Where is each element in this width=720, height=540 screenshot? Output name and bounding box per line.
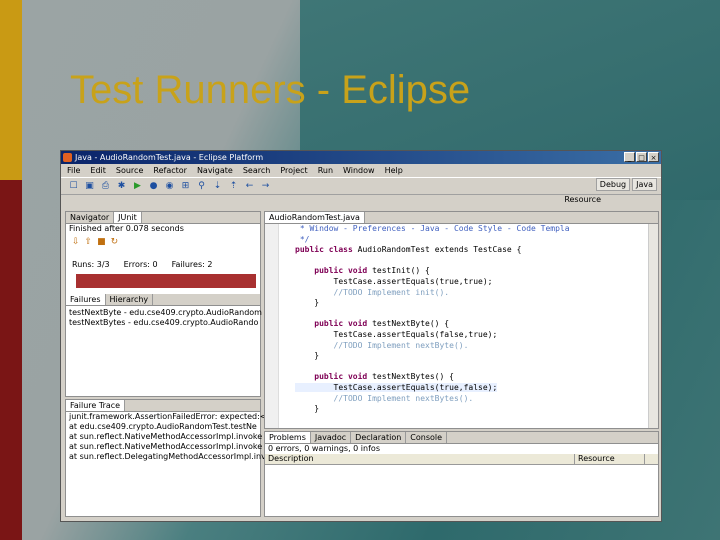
code-text: } [295,404,320,414]
search-icon[interactable]: ⚲ [195,180,208,192]
eclipse-icon [63,153,72,162]
accent-bar-red [0,180,22,540]
menu-window[interactable]: Window [343,164,375,177]
runs-count: 3/3 [96,260,110,269]
prev-annotation-icon[interactable]: ⇡ [227,180,240,192]
errors-label: Errors: [123,260,150,269]
code-text-highlighted: TestCase.assertEquals(true,false); [295,382,498,392]
col-description[interactable]: Description [265,454,575,464]
perspective-switcher: Debug Java [595,178,657,191]
tab-javadoc[interactable]: Javadoc [311,432,352,443]
minimize-button[interactable]: _ [624,152,635,162]
code-text: } [295,351,320,361]
eclipse-window: Java - AudioRandomTest.java - Eclipse Pl… [60,150,662,522]
editor-tab[interactable]: AudioRandomTest.java [265,212,365,223]
junit-stats: Runs: 3/3 Errors: 0 Failures: 2 [72,260,212,269]
menu-run[interactable]: Run [318,164,333,177]
code-todo: //TODO Implement init(). [295,287,450,297]
code-text: testNextBytes() { [372,372,454,382]
editor-gutter [265,224,279,428]
editor-scrollbar[interactable] [648,224,658,428]
window-titlebar: Java - AudioRandomTest.java - Eclipse Pl… [61,151,661,164]
stop-icon[interactable]: ■ [97,237,106,247]
code-text: TestCase.assertEquals(true,true); [295,276,493,286]
save-icon[interactable]: ▣ [83,180,96,192]
junit-status: Finished after 0.078 seconds [69,224,184,233]
code-comment: * Window - Preferences - Java - Code Sty… [295,224,570,233]
open-type-icon[interactable]: ⊞ [179,180,192,192]
failures-count: 2 [207,260,213,269]
menu-bar: File Edit Source Refactor Navigate Searc… [61,164,661,177]
errors-count: 0 [152,260,158,269]
trace-line[interactable]: at edu.cse409.crypto.AudioRandomTest.tes… [66,422,260,432]
tab-failures[interactable]: Failures [66,294,106,305]
failure-item[interactable]: testNextBytes - edu.cse409.crypto.AudioR… [66,318,260,328]
prev-failure-icon[interactable]: ⇧ [85,237,93,247]
menu-help[interactable]: Help [385,164,403,177]
trace-line[interactable]: at sun.reflect.NativeMethodAccessorImpl.… [66,432,262,442]
menu-project[interactable]: Project [280,164,307,177]
junit-view: Navigator JUnit Finished after 0.078 sec… [65,211,262,397]
trace-line[interactable]: at sun.reflect.DelegatingMethodAccessorI… [66,452,266,462]
perspective-debug[interactable]: Debug [595,178,631,191]
code-text: AudioRandomTest extends TestCase { [357,245,522,255]
code-text: } [295,298,320,308]
run-icon[interactable]: ▶ [131,180,144,192]
debug-icon[interactable]: ✱ [115,180,128,192]
code-text: TestCase.assertEquals(false,true); [295,329,498,339]
window-title: Java - AudioRandomTest.java - Eclipse Pl… [75,153,264,162]
menu-search[interactable]: Search [243,164,270,177]
failure-trace-view: Failure Trace junit.framework.AssertionF… [65,399,267,517]
runs-label: Runs: [72,260,95,269]
tab-hierarchy[interactable]: Hierarchy [106,294,154,305]
tab-declaration[interactable]: Declaration [351,432,407,443]
accent-bar-gold [0,0,22,180]
external-tools-icon[interactable]: ● [147,180,160,192]
menu-refactor[interactable]: Refactor [153,164,187,177]
trace-line[interactable]: at sun.reflect.NativeMethodAccessorImpl.… [66,442,262,452]
failure-item[interactable]: testNextByte - edu.cse409.crypto.AudioRa… [66,308,262,318]
back-icon[interactable]: ← [243,180,256,192]
rerun-icon[interactable]: ↻ [111,237,119,247]
perspective-resource[interactable]: Resource [564,195,601,204]
new-class-icon[interactable]: ◉ [163,180,176,192]
slide-title: Test Runners - Eclipse [70,68,471,112]
tab-console[interactable]: Console [406,432,448,443]
code-todo: //TODO Implement nextBytes(). [295,393,474,403]
code-keyword: public void [295,319,373,329]
col-resource[interactable]: Resource [575,454,645,464]
code-editor[interactable]: AudioRandomTest.java * Window - Preferen… [264,211,659,429]
junit-progress-bar [76,274,256,288]
menu-source[interactable]: Source [116,164,143,177]
print-icon[interactable]: ⎙ [99,180,112,192]
menu-navigate[interactable]: Navigate [197,164,233,177]
tab-problems[interactable]: Problems [265,432,311,443]
tab-navigator[interactable]: Navigator [66,212,115,223]
menu-file[interactable]: File [67,164,80,177]
new-icon[interactable]: ☐ [67,180,80,192]
failure-trace-label: Failure Trace [66,400,126,411]
problems-summary: 0 errors, 0 warnings, 0 infos [268,444,380,453]
menu-edit[interactable]: Edit [90,164,106,177]
code-text: testNextByte() { [372,319,450,329]
failures-label: Failures: [171,260,205,269]
problems-header: Description Resource [265,454,658,465]
perspective-java[interactable]: Java [632,178,657,191]
next-failure-icon[interactable]: ⇩ [72,237,80,247]
tab-junit[interactable]: JUnit [114,212,142,223]
close-button[interactable]: × [648,152,659,162]
code-todo: //TODO Implement nextByte(). [295,340,469,350]
main-toolbar: ☐ ▣ ⎙ ✱ ▶ ● ◉ ⊞ ⚲ ⇣ ⇡ ← → [61,177,661,195]
code-keyword: public void [295,372,373,382]
problems-view: Problems Javadoc Declaration Console 0 e… [264,431,659,517]
code-keyword: public class [295,245,358,255]
maximize-button[interactable]: □ [636,152,647,162]
forward-icon[interactable]: → [259,180,272,192]
code-keyword: public void [295,266,373,276]
trace-line[interactable]: junit.framework.AssertionFailedError: ex… [66,412,267,422]
code-text: testInit() { [372,266,430,276]
code-comment: */ [295,234,310,244]
next-annotation-icon[interactable]: ⇣ [211,180,224,192]
